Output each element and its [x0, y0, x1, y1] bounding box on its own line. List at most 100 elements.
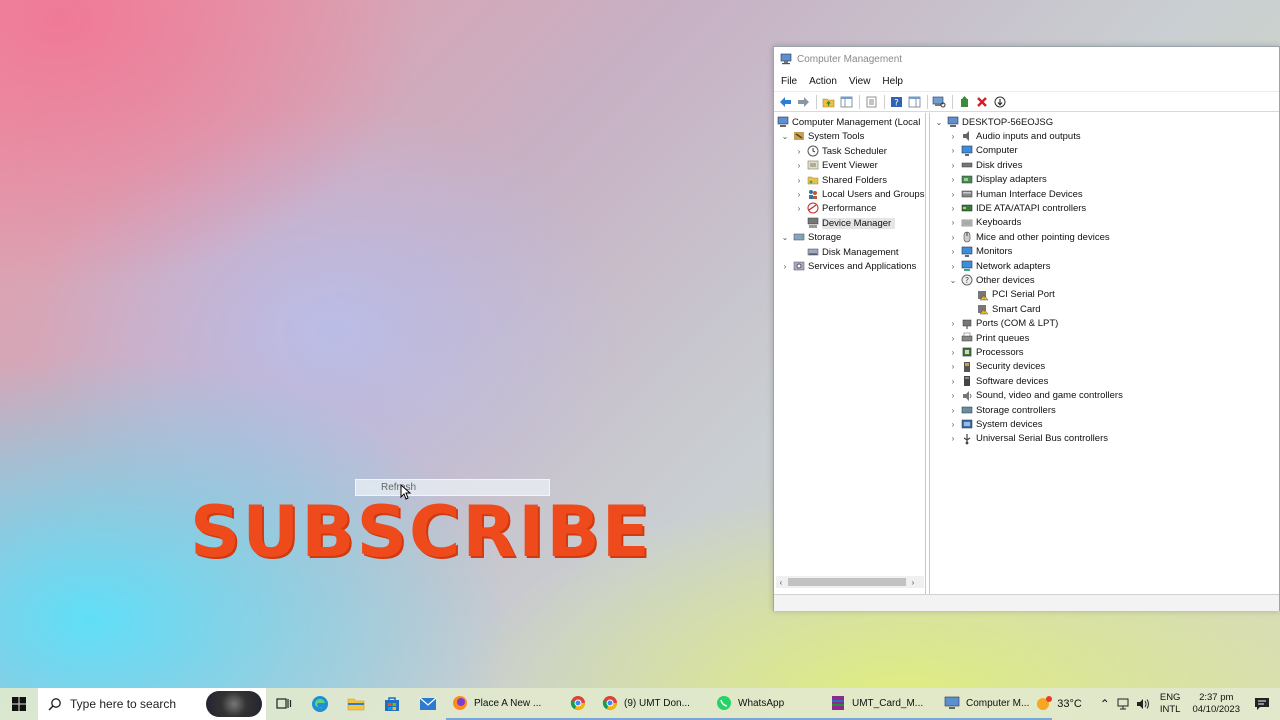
chevron-right-icon[interactable]: ›: [780, 261, 790, 271]
show-hide-console-tree-icon[interactable]: [839, 95, 853, 109]
device-tree-item[interactable]: › Sound, video and game controllers: [948, 389, 1123, 403]
console-tree-item[interactable]: › Event Viewer: [794, 158, 878, 172]
update-driver-icon[interactable]: [957, 95, 971, 109]
search-highlight-image[interactable]: [206, 691, 262, 717]
volume-icon[interactable]: [1136, 698, 1150, 710]
chevron-right-icon[interactable]: ›: [948, 434, 958, 444]
taskbar-app-button[interactable]: [560, 688, 596, 720]
chevron-right-icon[interactable]: ›: [948, 362, 958, 372]
taskbar-app-button[interactable]: WhatsApp: [710, 688, 824, 720]
show-hidden-icons-icon[interactable]: ⌃: [1100, 697, 1110, 711]
scrollbar-thumb[interactable]: [788, 578, 906, 586]
taskbar-app-button[interactable]: (9) UMT Don...: [596, 688, 710, 720]
chevron-right-icon[interactable]: ›: [948, 376, 958, 386]
chevron-right-icon[interactable]: ›: [948, 405, 958, 415]
network-icon[interactable]: [1116, 698, 1130, 710]
back-arrow-icon[interactable]: [778, 95, 792, 109]
start-button[interactable]: [0, 688, 38, 720]
chevron-right-icon[interactable]: ›: [948, 347, 958, 357]
device-tree-item[interactable]: ⌄ DESKTOP-56EOJSG: [934, 115, 1054, 129]
console-tree-item[interactable]: › Shared Folders: [794, 173, 887, 187]
console-tree-item[interactable]: Computer Management (Local: [777, 115, 920, 129]
device-tree-item[interactable]: › Security devices: [948, 360, 1046, 374]
scroll-right-icon[interactable]: ›: [908, 578, 918, 587]
device-tree-item[interactable]: › Monitors: [948, 245, 1013, 259]
chevron-right-icon[interactable]: ›: [948, 146, 958, 156]
device-tree-item[interactable]: › Network adapters: [948, 259, 1051, 273]
console-tree-item[interactable]: › Services and Applications: [780, 259, 917, 273]
device-tree-item[interactable]: ⌄? Other devices: [948, 273, 1035, 287]
device-tree-item[interactable]: › Display adapters: [948, 173, 1047, 187]
edge-button[interactable]: [302, 688, 338, 720]
console-tree-item[interactable]: › Local Users and Groups: [794, 187, 925, 201]
chevron-right-icon[interactable]: ›: [948, 203, 958, 213]
chevron-right-icon[interactable]: ›: [948, 189, 958, 199]
device-tree-item[interactable]: › Storage controllers: [948, 403, 1056, 417]
notifications-icon[interactable]: [1254, 697, 1270, 711]
chevron-right-icon[interactable]: ›: [948, 218, 958, 228]
properties-icon[interactable]: [864, 95, 878, 109]
device-tree-item[interactable]: › Software devices: [948, 374, 1049, 388]
device-tree-item[interactable]: › Audio inputs and outputs: [948, 129, 1081, 143]
console-tree-item[interactable]: › Performance: [794, 201, 876, 215]
device-tree-item[interactable]: › Disk drives: [948, 158, 1023, 172]
console-tree-item[interactable]: Device Manager: [794, 216, 896, 230]
forward-arrow-icon[interactable]: [796, 95, 810, 109]
console-tree-item[interactable]: ⌄ System Tools: [780, 129, 865, 143]
chevron-down-icon[interactable]: ⌄: [780, 131, 790, 141]
weather-temperature[interactable]: 33°C: [1057, 698, 1082, 710]
device-tree-item[interactable]: › Universal Serial Bus controllers: [948, 432, 1108, 446]
device-tree-item[interactable]: ! Smart Card: [964, 302, 1041, 316]
chevron-right-icon[interactable]: ›: [794, 146, 804, 156]
chevron-right-icon[interactable]: ›: [948, 261, 958, 271]
chevron-right-icon[interactable]: ›: [948, 160, 958, 170]
taskbar-app-button[interactable]: UMT_Card_M...: [824, 688, 938, 720]
scan-hardware-icon[interactable]: [932, 95, 946, 109]
chevron-right-icon[interactable]: ›: [794, 189, 804, 199]
chevron-right-icon[interactable]: ›: [948, 391, 958, 401]
taskbar-app-button[interactable]: Place A New ...: [446, 688, 560, 720]
console-tree-item[interactable]: › Task Scheduler: [794, 144, 887, 158]
clock[interactable]: 2:37 pm 04/10/2023: [1192, 692, 1240, 716]
chevron-right-icon[interactable]: ›: [794, 160, 804, 170]
device-tree-item[interactable]: › Mice and other pointing devices: [948, 230, 1110, 244]
chevron-down-icon[interactable]: ⌄: [948, 275, 958, 285]
task-view-button[interactable]: [266, 688, 302, 720]
chevron-right-icon[interactable]: ›: [948, 131, 958, 141]
chevron-right-icon[interactable]: ›: [948, 319, 958, 329]
help-icon[interactable]: ?: [889, 95, 903, 109]
chevron-right-icon[interactable]: ›: [948, 232, 958, 242]
menu-view[interactable]: View: [849, 76, 871, 87]
chevron-right-icon[interactable]: ›: [948, 419, 958, 429]
device-tree-item[interactable]: ! PCI Serial Port: [964, 288, 1055, 302]
file-explorer-button[interactable]: [338, 688, 374, 720]
title-bar[interactable]: Computer Management: [774, 47, 1279, 71]
device-tree-item[interactable]: › IDE ATA/ATAPI controllers: [948, 201, 1087, 215]
show-action-pane-icon[interactable]: [907, 95, 921, 109]
chevron-right-icon[interactable]: ›: [794, 175, 804, 185]
chevron-right-icon[interactable]: ›: [794, 203, 804, 213]
chevron-down-icon[interactable]: ⌄: [780, 232, 790, 242]
device-tree-item[interactable]: › Computer: [948, 144, 1018, 158]
device-tree-item[interactable]: › Ports (COM & LPT): [948, 317, 1059, 331]
language-indicator[interactable]: ENG INTL: [1160, 692, 1181, 716]
mail-button[interactable]: [410, 688, 446, 720]
up-folder-icon[interactable]: [821, 95, 835, 109]
chevron-right-icon[interactable]: ›: [948, 175, 958, 185]
device-tree-item[interactable]: › Keyboards: [948, 216, 1022, 230]
menu-help[interactable]: Help: [882, 76, 903, 87]
device-tree-item[interactable]: › Human Interface Devices: [948, 187, 1083, 201]
device-tree-item[interactable]: › System devices: [948, 417, 1043, 431]
chevron-right-icon[interactable]: ›: [948, 333, 958, 343]
menu-action[interactable]: Action: [809, 76, 837, 87]
uninstall-device-icon[interactable]: [975, 95, 989, 109]
device-tree-item[interactable]: › Print queues: [948, 331, 1030, 345]
chevron-down-icon[interactable]: ⌄: [934, 117, 944, 127]
console-tree-item[interactable]: Disk Management: [794, 245, 899, 259]
console-tree-item[interactable]: ⌄ Storage: [780, 230, 842, 244]
taskbar-search-box[interactable]: Type here to search: [38, 688, 266, 720]
horizontal-scrollbar[interactable]: ‹ ›: [776, 576, 924, 588]
scroll-left-icon[interactable]: ‹: [776, 578, 786, 587]
store-button[interactable]: [374, 688, 410, 720]
menu-file[interactable]: File: [781, 76, 797, 87]
